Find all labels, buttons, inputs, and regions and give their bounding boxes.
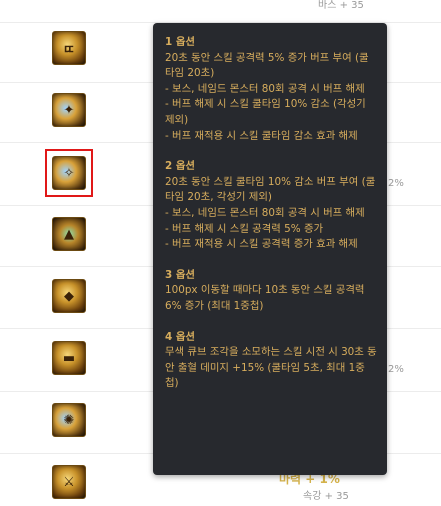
option-title: 2 옵션 <box>165 160 195 173</box>
item-glyph: ▲ <box>64 226 74 242</box>
option-line: - 버프 재적용 시 스킬 쿨타임 감소 효과 해제 <box>165 129 358 142</box>
item-glyph: ✦ <box>63 102 75 118</box>
option-block-4: 4 옵션 무색 큐브 조각을 소모하는 스킬 시전 시 30초 동안 출혈 데미… <box>165 330 377 392</box>
item-glyph: ⚔ <box>63 474 75 490</box>
row-3-stat: 2% <box>388 178 404 189</box>
option-line: - 버프 해제 시 스킬 공격력 5% 증가 <box>165 222 324 235</box>
option-line: - 보스, 네임드 몬스터 80회 공격 시 버프 해제 <box>165 206 365 219</box>
item-glyph: ▬ <box>62 350 76 366</box>
option-title: 4 옵션 <box>165 330 195 343</box>
option-block-1: 1 옵션 20초 동안 스킬 공격력 5% 증가 버프 부여 (쿨타임 20초)… <box>165 35 377 144</box>
option-line: 100px 이동할 때마다 10초 동안 스킬 공격력 6% 증가 (최대 1중… <box>165 284 365 312</box>
option-line: 20초 동안 스킬 공격력 5% 증가 버프 부여 (쿨타임 20초) <box>165 51 369 80</box>
item-icon-6[interactable]: ▬ <box>52 341 86 375</box>
item-icon-8[interactable]: ⚔ <box>52 465 86 499</box>
item-glyph: ✺ <box>63 412 75 428</box>
top-stat-fragment: 바스 + 35 <box>318 0 364 11</box>
bottom-stat: 속강 + 35 <box>303 491 349 502</box>
item-icon-5[interactable]: ◆ <box>52 279 86 313</box>
item-icon-7[interactable]: ✺ <box>52 403 86 437</box>
option-title: 3 옵션 <box>165 268 195 281</box>
item-icon-2[interactable]: ✦ <box>52 93 86 127</box>
option-line: - 버프 해제 시 스킬 쿨타임 10% 감소 (각성기 제외) <box>165 98 366 126</box>
option-line: - 보스, 네임드 몬스터 80회 공격 시 버프 해제 <box>165 82 365 95</box>
option-line: 20초 동안 스킬 쿨타임 10% 감소 버프 부여 (쿨타임 20초, 각성기… <box>165 175 376 204</box>
option-line: - 버프 재적용 시 스킬 공격력 증가 효과 해제 <box>165 238 358 251</box>
option-block-3: 3 옵션 100px 이동할 때마다 10초 동안 스킬 공격력 6% 증가 (… <box>165 268 377 315</box>
item-icon-1[interactable]: ㄸ <box>52 31 86 65</box>
option-title: 1 옵션 <box>165 36 195 48</box>
item-option-tooltip: 1 옵션 20초 동안 스킬 공격력 5% 증가 버프 부여 (쿨타임 20초)… <box>153 23 387 475</box>
selected-item-highlight <box>45 149 93 197</box>
option-block-2: 2 옵션 20초 동안 스킬 쿨타임 10% 감소 버프 부여 (쿨타임 20초… <box>165 159 377 253</box>
item-glyph: ㄸ <box>63 42 75 58</box>
item-icon-4[interactable]: ▲ <box>52 217 86 251</box>
option-line: 무색 큐브 조각을 소모하는 스킬 시전 시 30초 동안 출혈 데미지 +15… <box>165 346 377 390</box>
row-6-stat: 2% <box>388 364 404 375</box>
item-glyph: ◆ <box>64 288 74 304</box>
